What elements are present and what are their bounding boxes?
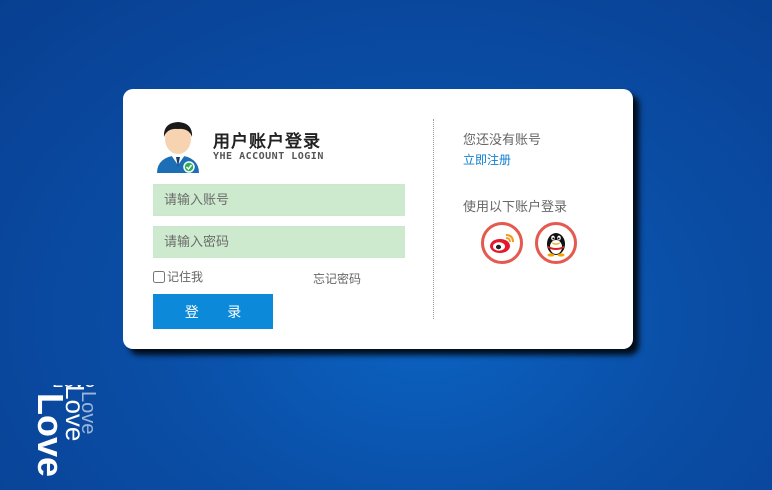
qq-login-button[interactable] [535,222,577,264]
forgot-password-link[interactable]: 忘记密码 [313,270,361,287]
weibo-icon [490,234,514,253]
user-avatar-icon [157,122,199,173]
remember-me-label: 记住我 [167,270,204,284]
love-decoration: Love Love Love Love [30,385,99,477]
divider [433,119,434,319]
register-link[interactable]: 立即注册 [463,151,511,168]
password-input[interactable] [153,226,405,258]
no-account-text: 您还没有账号 [463,133,542,148]
social-login-label: 使用以下账户登录 [463,200,568,215]
login-card: 用户账户登录 YHE ACCOUNT LOGIN 记住我 忘记密码 登 录 您还… [123,89,633,349]
love-text-faint: Love [77,391,99,434]
login-button[interactable]: 登 录 [153,294,273,329]
account-input[interactable] [153,184,405,216]
login-subtitle: YHE ACCOUNT LOGIN [213,151,324,162]
login-form: 用户账户登录 YHE ACCOUNT LOGIN 记住我 忘记密码 登 录 [153,89,405,349]
alt-login-panel: 您还没有账号 立即注册 使用以下账户登录 [463,89,613,349]
remember-me-checkbox[interactable] [153,270,165,283]
login-title: 用户账户登录 [213,132,321,152]
weibo-login-button[interactable] [481,222,523,264]
remember-me[interactable]: 记住我 [153,268,203,285]
qq-icon [547,233,565,257]
